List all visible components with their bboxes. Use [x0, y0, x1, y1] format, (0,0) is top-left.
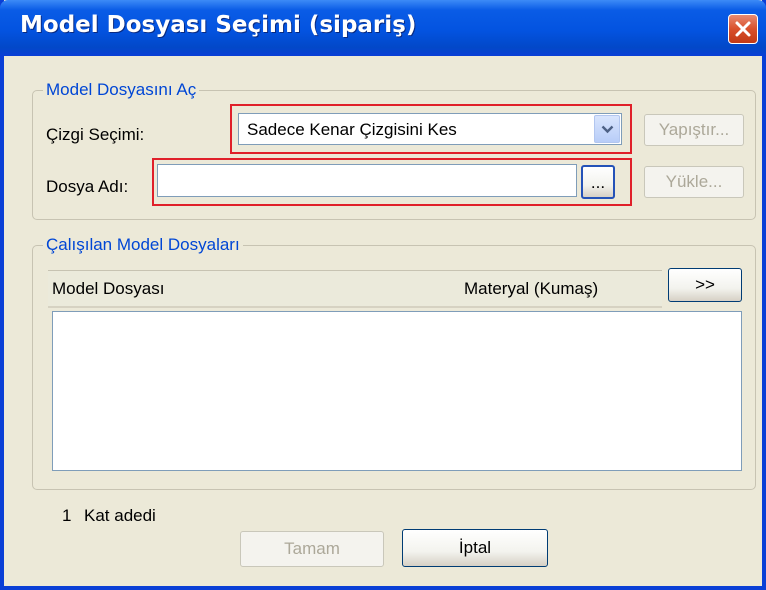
- column-header-model-file[interactable]: Model Dosyası: [52, 279, 164, 299]
- line-selection-label: Çizgi Seçimi:: [46, 125, 145, 144]
- open-model-legend: Model Dosyasını Aç: [43, 80, 200, 100]
- layer-count-label: Kat adedi: [84, 506, 156, 525]
- cancel-button[interactable]: İptal: [402, 529, 548, 567]
- title-bar[interactable]: Model Dosyası Seçimi (sipariş): [0, 0, 766, 56]
- model-list-header: Model Dosyası Materyal (Kumaş): [48, 270, 662, 308]
- close-x-icon: [735, 21, 751, 37]
- load-button[interactable]: Yükle...: [644, 166, 744, 198]
- ok-button[interactable]: Tamam: [240, 531, 384, 567]
- paste-button[interactable]: Yapıştır...: [644, 114, 744, 146]
- file-name-label: Dosya Adı:: [46, 177, 129, 196]
- line-selection-combo[interactable]: Sadece Kenar Çizgisini Kes: [238, 113, 622, 145]
- line-selection-dropdown-button[interactable]: [594, 115, 620, 143]
- model-file-list[interactable]: [52, 311, 742, 471]
- line-selection-value: Sadece Kenar Çizgisini Kes: [247, 120, 457, 139]
- column-header-material[interactable]: Materyal (Kumaş): [464, 279, 598, 299]
- dialog-window: Model Dosyası Seçimi (sipariş) Model Dos…: [0, 0, 766, 590]
- layer-count-value: 1: [62, 506, 72, 525]
- chevron-down-icon: [601, 125, 614, 134]
- file-name-input[interactable]: [157, 164, 577, 197]
- window-title: Model Dosyası Seçimi (sipariş): [20, 12, 417, 38]
- browse-button[interactable]: ...: [581, 165, 615, 199]
- expand-button[interactable]: >>: [668, 268, 742, 302]
- close-button[interactable]: [728, 14, 758, 44]
- working-models-legend: Çalışılan Model Dosyaları: [43, 235, 243, 255]
